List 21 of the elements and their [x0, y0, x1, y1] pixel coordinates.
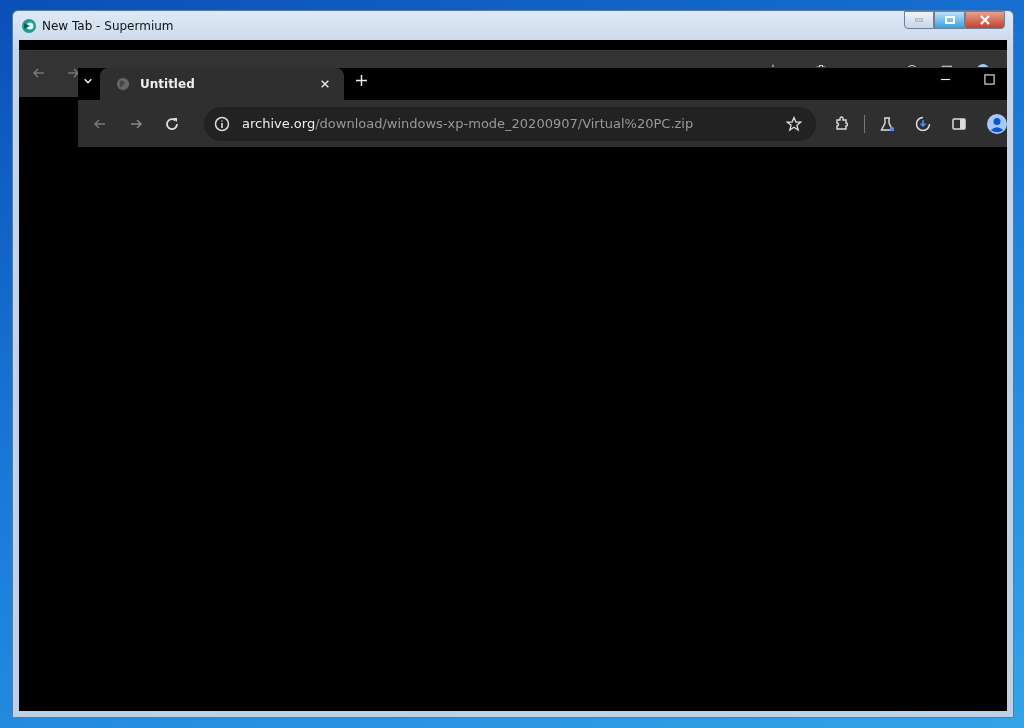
globe-icon [116, 77, 130, 91]
close-tab-icon[interactable] [320, 79, 330, 89]
url-text: archive.org/download/windows-xp-mode_20200907/Virtual%20PC.zip [242, 116, 694, 131]
reload-icon[interactable] [164, 115, 180, 132]
chevron-down-icon[interactable] [83, 76, 93, 86]
maximize-icon[interactable] [984, 74, 995, 85]
maximize-button[interactable] [934, 11, 965, 29]
download-icon[interactable] [915, 115, 931, 132]
maximize-icon [944, 16, 955, 24]
minimize-button[interactable] [904, 11, 934, 29]
address-bar[interactable]: archive.org/download/windows-xp-mode_20200907/Virtual%20PC.zip [204, 106, 816, 141]
minimize-icon [915, 18, 923, 22]
tab-title: Untitled [140, 77, 195, 91]
browser-tab[interactable]: Untitled [100, 68, 344, 100]
flask-icon[interactable] [879, 115, 895, 132]
app-logo-icon [21, 18, 37, 34]
window-title: New Tab - Supermium [42, 19, 174, 33]
new-tab-icon[interactable] [356, 75, 367, 86]
close-button[interactable] [965, 11, 1005, 29]
info-icon[interactable] [214, 115, 230, 132]
close-icon [980, 15, 990, 25]
